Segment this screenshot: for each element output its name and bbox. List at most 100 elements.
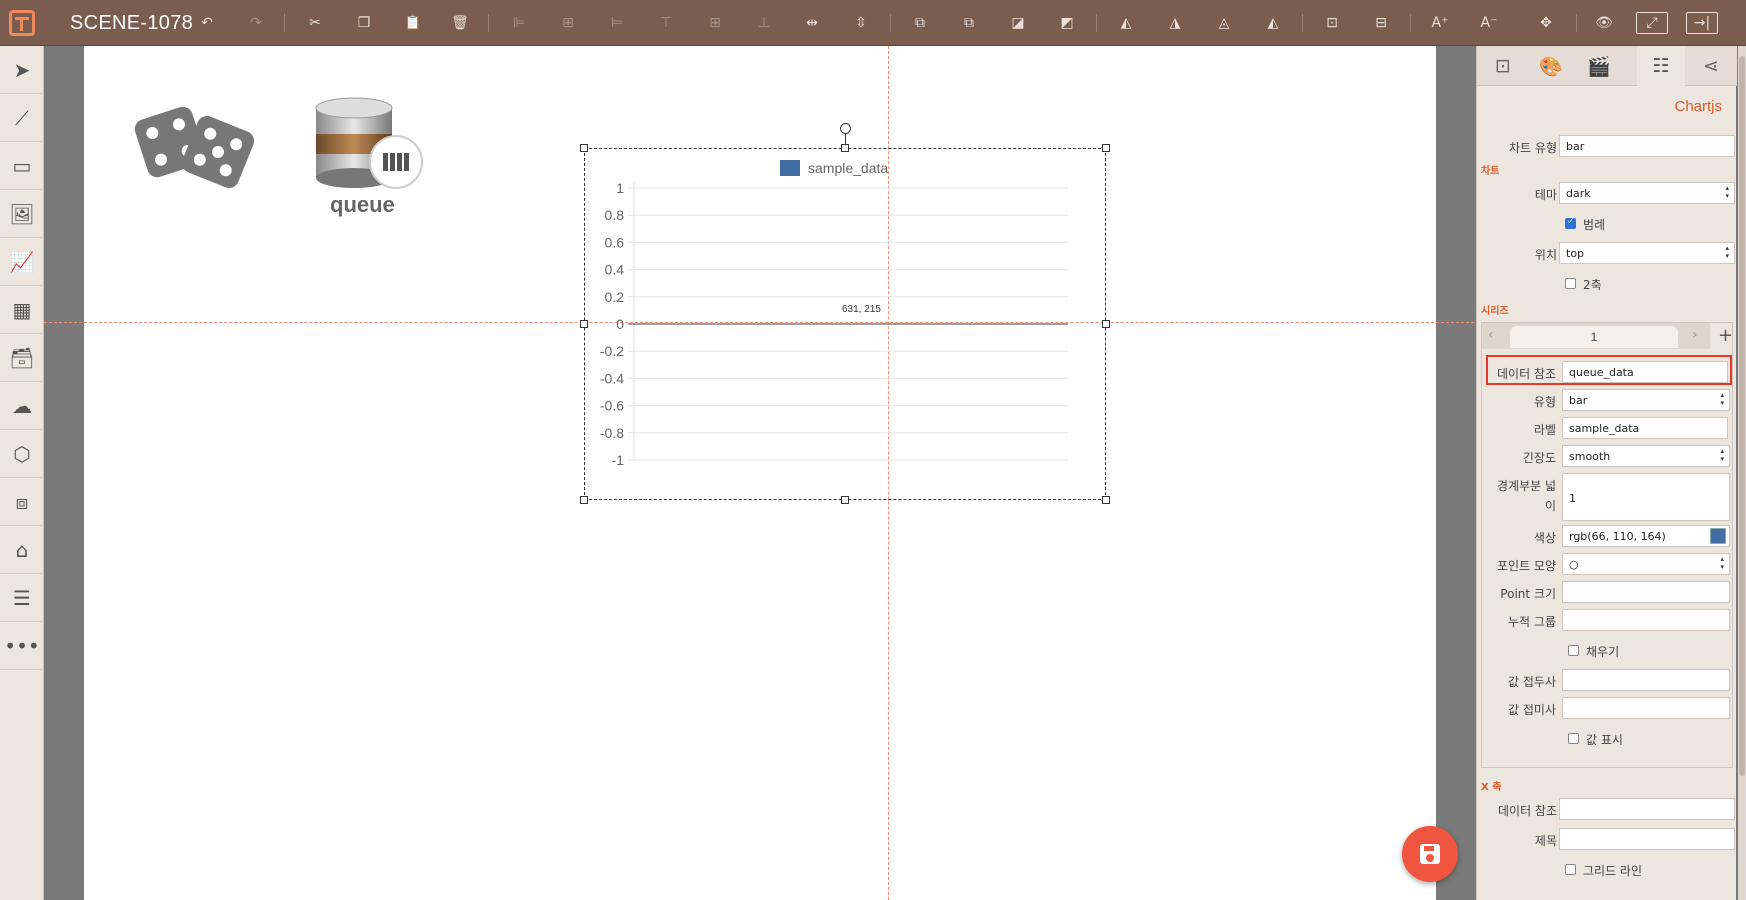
show-value-label: 값 표시 [1586,733,1623,747]
tension-select[interactable]: smooth [1562,445,1730,467]
position-select[interactable]: top [1559,242,1735,264]
dual-axis-checkbox[interactable] [1565,278,1576,289]
database-queue-icon [315,97,423,189]
cut-icon[interactable]: ✂ [303,11,327,35]
color-swatch[interactable] [1710,528,1726,544]
app-logo-icon[interactable] [0,0,44,46]
align-left-icon[interactable]: ⊫ [507,11,531,35]
dice-icon[interactable] [134,98,258,198]
group-icon[interactable]: ⊡ [1320,11,1344,35]
value-suffix-label: 값 접미사 [1508,703,1556,717]
save-button[interactable] [1402,826,1458,882]
legend-checkbox[interactable] [1565,217,1576,229]
fill-checkbox[interactable] [1568,645,1579,656]
connector-tool-icon[interactable]: ⬡ [0,430,44,478]
ungroup-icon[interactable]: ⊟ [1369,11,1393,35]
point-shape-select[interactable]: ○ [1562,553,1730,575]
tab-style-palette-icon[interactable]: 🎨 [1527,46,1575,86]
resize-handle-l[interactable] [580,320,588,328]
align-top-icon[interactable]: ⊤ [654,11,678,35]
rotation-handle[interactable] [840,123,851,134]
table-tool-icon[interactable]: ▦ [0,286,44,334]
stack-group-input[interactable] [1562,609,1730,631]
chart-tool-icon[interactable]: 📈 [0,238,44,286]
chart-type-label: 차트 유형 [1509,141,1557,155]
toolbar-separator [488,14,489,32]
rotate-cw-icon[interactable]: ◬ [1212,11,1236,35]
border-width-input[interactable]: 1 [1562,473,1730,521]
tab-effects-icon[interactable]: 🎬 [1575,46,1623,86]
redo-icon[interactable]: ↷ [244,11,268,35]
align-right-icon[interactable]: ⊨ [605,11,629,35]
align-bottom-icon[interactable]: ⊥ [752,11,776,35]
3d-tool-icon[interactable]: ⧈ [0,478,44,526]
form-tool-icon[interactable]: ☰ [0,574,44,622]
resize-handle-bl[interactable] [580,496,588,504]
font-increase-icon[interactable]: A⁺ [1428,11,1452,35]
panel-scrollbar[interactable] [1738,46,1746,900]
queue-label: queue [330,192,395,217]
toolbar-separator [1576,14,1577,32]
select-tool-icon[interactable]: ➤ [0,46,44,94]
more-tools-icon[interactable]: ••• [0,622,44,670]
warehouse-tool-icon[interactable]: ⌂ [0,526,44,574]
series-label-input[interactable]: sample_data [1562,417,1728,439]
series-next-icon[interactable]: › [1692,327,1698,343]
property-tabs: ⊡ 🎨 🎬 ☷ ⋖ [1477,46,1737,86]
theme-select[interactable]: dark [1559,182,1735,204]
align-center-icon[interactable]: ⊞ [556,11,580,35]
paste-icon[interactable]: 📋 [401,11,425,35]
resize-handle-b[interactable] [841,496,849,504]
copy-icon[interactable]: ❐ [352,11,376,35]
tension-label: 긴장도 [1522,451,1556,465]
value-prefix-input[interactable] [1562,669,1730,691]
flip-horizontal-icon[interactable]: ◭ [1114,11,1138,35]
flip-vertical-icon[interactable]: ◮ [1163,11,1187,35]
line-tool-icon[interactable]: ⟋ [0,94,44,142]
series-prev-icon[interactable]: ‹ [1488,327,1494,343]
fullscreen-icon[interactable]: ⤢ [1636,12,1668,34]
resize-handle-tr[interactable] [1102,144,1110,152]
x-title-input[interactable] [1559,828,1735,850]
delete-icon[interactable]: 🗑 [448,11,472,35]
collapse-panel-icon[interactable]: →| [1686,12,1718,34]
gridline-checkbox[interactable] [1565,864,1576,875]
storage-tool-icon[interactable]: 🗃 [0,334,44,382]
shape-tool-icon[interactable]: ▭ [0,142,44,190]
cloud-tool-icon[interactable]: ☁ [0,382,44,430]
fit-icon[interactable]: ✥ [1534,11,1558,35]
chart-type-field[interactable]: bar [1559,135,1735,157]
data-ref-highlight-box [1486,355,1732,385]
point-size-label: Point 크기 [1500,587,1556,601]
send-to-back-icon[interactable]: ⧉ [957,11,981,35]
bring-forward-icon[interactable]: ◪ [1006,11,1030,35]
queue-component[interactable]: queue [312,96,424,220]
resize-handle-r[interactable] [1102,320,1110,328]
x-data-ref-input[interactable] [1559,798,1735,820]
resize-handle-t[interactable] [841,144,849,152]
image-text-tool-icon[interactable]: 🖼 [0,190,44,238]
send-backward-icon[interactable]: ◩ [1055,11,1079,35]
series-tab-1[interactable]: 1 [1510,326,1678,348]
toolbar-separator [1302,14,1303,32]
point-size-input[interactable] [1562,581,1730,603]
tab-data-binding-icon[interactable]: ⋖ [1687,46,1735,86]
undo-icon[interactable]: ↶ [195,11,219,35]
tab-text-properties-icon[interactable]: ⊡ [1479,46,1527,86]
font-decrease-icon[interactable]: A⁻ [1477,11,1501,35]
chart-selection-box[interactable] [584,148,1106,500]
color-input[interactable]: rgb(66, 110, 164) [1562,525,1730,547]
rotate-ccw-icon[interactable]: ◭ [1261,11,1285,35]
bring-to-front-icon[interactable]: ⧉ [908,11,932,35]
resize-handle-tl[interactable] [580,144,588,152]
resize-handle-br[interactable] [1102,496,1110,504]
value-suffix-input[interactable] [1562,697,1730,719]
align-middle-icon[interactable]: ⊞ [703,11,727,35]
add-series-icon[interactable]: + [1718,325,1733,346]
show-value-checkbox[interactable] [1568,733,1579,744]
tab-specific-settings-icon[interactable]: ☷ [1637,46,1685,86]
distribute-vertical-icon[interactable]: ⇳ [849,11,873,35]
distribute-horizontal-icon[interactable]: ⇹ [800,11,824,35]
series-type-select[interactable]: bar [1562,389,1730,411]
preview-eye-icon[interactable]: 👁 [1592,11,1616,35]
